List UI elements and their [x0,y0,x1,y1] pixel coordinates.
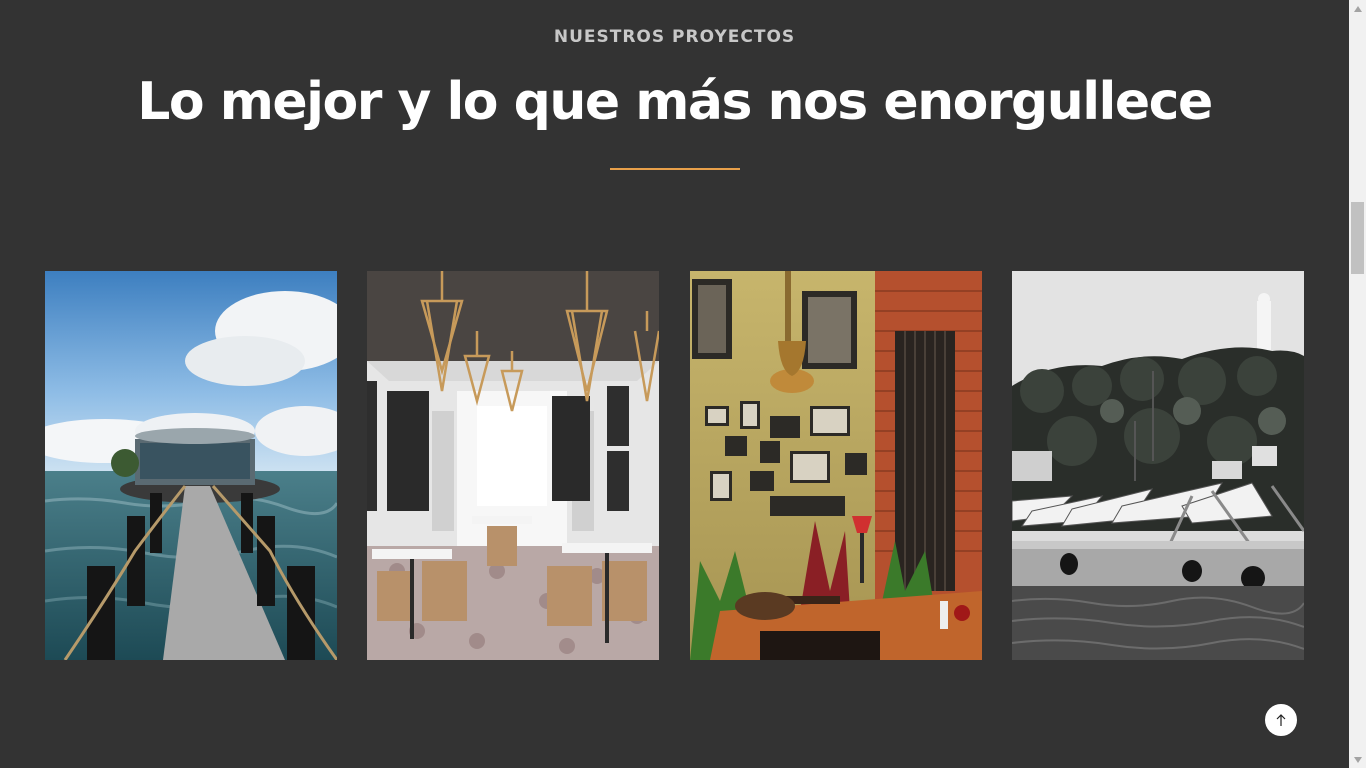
back-to-top-button[interactable] [1264,703,1298,737]
title-divider [610,168,740,170]
pier-photo [45,271,337,660]
scroll-down-arrow-icon[interactable] [1349,751,1366,768]
scroll-up-arrow-icon[interactable] [1349,0,1366,17]
restaurant-interior-photo [367,271,659,660]
project-card-pier[interactable] [45,271,337,660]
scrollbar-thumb[interactable] [1351,202,1364,274]
projects-section: NUESTROS PROYECTOS Lo mejor y lo que más… [0,0,1349,768]
section-eyebrow: NUESTROS PROYECTOS [553,27,796,47]
project-card-bar[interactable] [690,271,982,660]
project-card-waterfront[interactable] [1012,271,1304,660]
bar-interior-photo [690,271,982,660]
project-gallery [45,271,1304,660]
page: NUESTROS PROYECTOS Lo mejor y lo que más… [0,0,1366,768]
project-card-restaurant[interactable] [367,271,659,660]
section-title: Lo mejor y lo que más nos enorgullece [137,72,1213,132]
arrow-up-icon [1276,714,1286,726]
vertical-scrollbar[interactable] [1349,0,1366,768]
waterfront-photo [1012,271,1304,660]
